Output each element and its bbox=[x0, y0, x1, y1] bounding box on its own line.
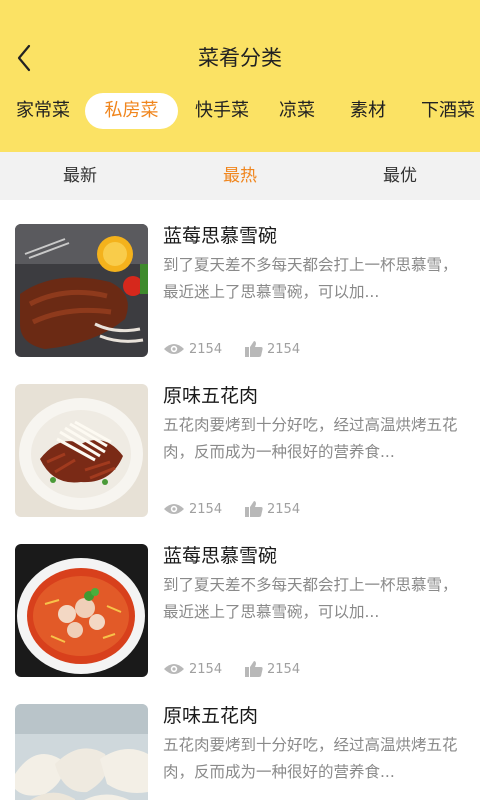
sort-newest[interactable]: 最新 bbox=[40, 152, 120, 200]
recipe-image bbox=[15, 384, 148, 517]
tab-category-5[interactable]: 下酒菜 bbox=[419, 93, 477, 129]
recipe-image bbox=[15, 704, 148, 800]
ribs-icon bbox=[15, 224, 148, 357]
list-item[interactable]: 原味五花肉 五花肉要烤到十分好吃，经过高温烘烤五花肉，反而成为一种很好的营养食.… bbox=[0, 680, 480, 800]
recipe-title: 原味五花肉 bbox=[163, 385, 259, 407]
list-item[interactable]: 蓝莓思慕雪碗 到了夏天差不多每天都会打上一杯思慕雪，最近迷上了思慕雪碗，可以加.… bbox=[0, 200, 480, 360]
tab-category-1[interactable]: 私房菜 bbox=[85, 93, 178, 129]
like-count: 2154 bbox=[245, 500, 300, 518]
tab-category-3[interactable]: 凉菜 bbox=[277, 93, 317, 129]
thumbs-up-icon bbox=[245, 501, 263, 517]
view-count-value: 2154 bbox=[189, 661, 223, 677]
recipe-image bbox=[15, 224, 148, 357]
dumplings-icon bbox=[15, 704, 148, 800]
soup-bowl-icon bbox=[15, 544, 148, 677]
recipe-desc: 五花肉要烤到十分好吃，经过高温烘烤五花肉，反而成为一种很好的营养食... bbox=[163, 736, 458, 781]
like-count-value: 2154 bbox=[267, 661, 301, 677]
view-count: 2154 bbox=[163, 340, 222, 358]
list-item[interactable]: 原味五花肉 五花肉要烤到十分好吃，经过高温烘烤五花肉，反而成为一种很好的营养食.… bbox=[0, 360, 480, 520]
like-count: 2154 bbox=[245, 660, 300, 678]
recipe-image bbox=[15, 544, 148, 677]
view-count: 2154 bbox=[163, 500, 222, 518]
view-count: 2154 bbox=[163, 660, 222, 678]
eye-icon bbox=[164, 344, 184, 354]
view-count-value: 2154 bbox=[189, 341, 223, 357]
thumbs-up-icon bbox=[245, 341, 263, 357]
recipe-desc: 五花肉要烤到十分好吃，经过高温烘烤五花肉，反而成为一种很好的营养食... bbox=[163, 416, 458, 461]
sort-hottest[interactable]: 最热 bbox=[200, 152, 280, 200]
header-bar: 菜肴分类 家常菜 私房菜 快手菜 凉菜 素材 下酒菜 bbox=[0, 0, 480, 152]
recipe-list: 蓝莓思慕雪碗 到了夏天差不多每天都会打上一杯思慕雪，最近迷上了思慕雪碗，可以加.… bbox=[0, 200, 480, 800]
tab-category-4[interactable]: 素材 bbox=[348, 93, 388, 129]
shredded-meat-icon bbox=[15, 384, 148, 517]
tab-category-2[interactable]: 快手菜 bbox=[193, 93, 251, 129]
recipe-desc: 到了夏天差不多每天都会打上一杯思慕雪，最近迷上了思慕雪碗，可以加... bbox=[163, 576, 458, 621]
list-item[interactable]: 蓝莓思慕雪碗 到了夏天差不多每天都会打上一杯思慕雪，最近迷上了思慕雪碗，可以加.… bbox=[0, 520, 480, 680]
eye-icon bbox=[164, 664, 184, 674]
tab-category-0[interactable]: 家常菜 bbox=[14, 93, 72, 129]
eye-icon bbox=[164, 504, 184, 514]
recipe-title: 原味五花肉 bbox=[163, 705, 259, 727]
sort-best[interactable]: 最优 bbox=[360, 152, 440, 200]
like-count: 2154 bbox=[245, 340, 300, 358]
like-count-value: 2154 bbox=[267, 341, 301, 357]
sort-bar: 最新 最热 最优 bbox=[0, 152, 480, 200]
recipe-title: 蓝莓思慕雪碗 bbox=[163, 545, 278, 567]
recipe-desc: 到了夏天差不多每天都会打上一杯思慕雪，最近迷上了思慕雪碗，可以加... bbox=[163, 256, 458, 301]
page-title: 菜肴分类 bbox=[198, 46, 282, 70]
view-count-value: 2154 bbox=[189, 501, 223, 517]
category-tabs: 家常菜 私房菜 快手菜 凉菜 素材 下酒菜 bbox=[0, 93, 480, 129]
recipe-title: 蓝莓思慕雪碗 bbox=[163, 225, 278, 247]
thumbs-up-icon bbox=[245, 661, 263, 677]
like-count-value: 2154 bbox=[267, 501, 301, 517]
